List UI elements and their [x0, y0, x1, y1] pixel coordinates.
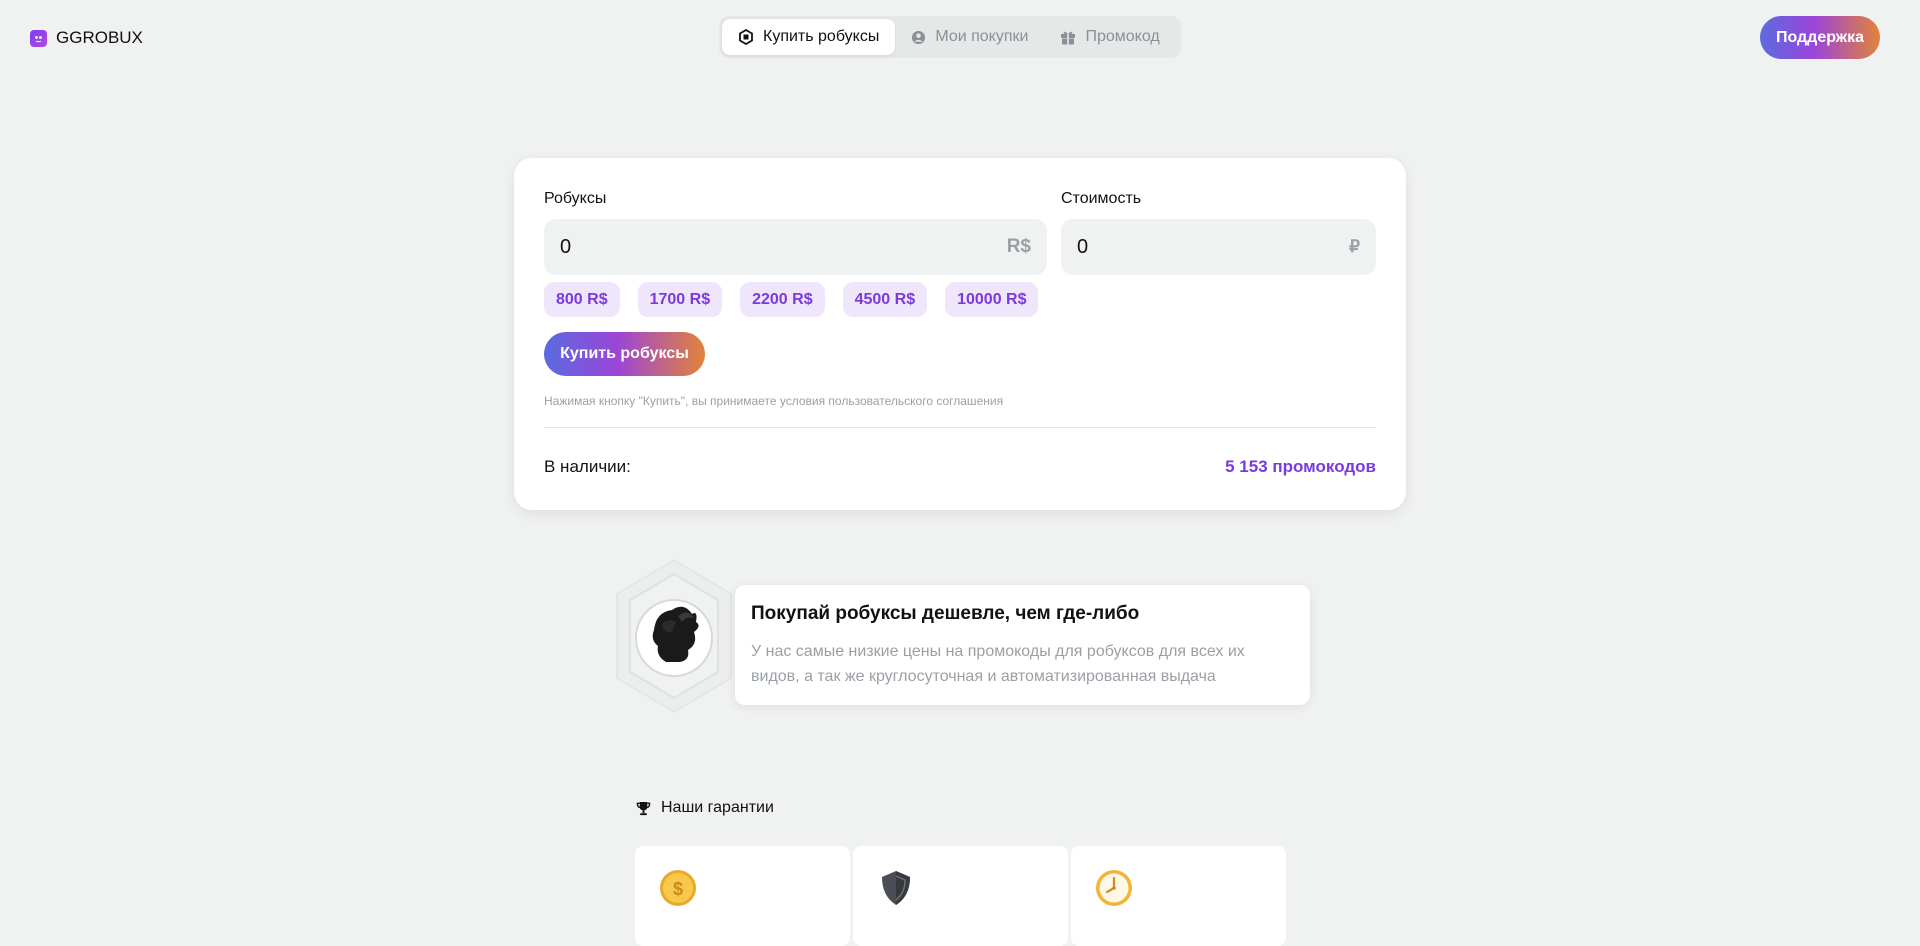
cost-input-box[interactable]: ₽	[1061, 219, 1376, 275]
user-circle-icon	[912, 30, 926, 44]
preset-chip-2200[interactable]: 2200 R$	[740, 282, 825, 317]
buy-robux-button[interactable]: Купить робуксы	[544, 332, 705, 376]
main-nav: Купить робуксы Мои покупки Промокод	[719, 16, 1181, 58]
guarantees-list: $	[635, 846, 1286, 946]
avatar-badge	[606, 552, 742, 724]
guarantee-card-speed	[1071, 846, 1286, 946]
robux-input-box[interactable]: R$	[544, 219, 1047, 275]
feature-text: У нас самые низкие цены на промокоды для…	[751, 643, 1245, 685]
guarantee-card-security	[853, 846, 1068, 946]
cost-input[interactable]	[1077, 235, 1277, 259]
feature-title: Покупай робуксы дешевле, чем где-либо	[751, 603, 1140, 624]
robux-unit: R$	[1006, 236, 1031, 257]
trophy-icon	[636, 801, 651, 815]
cost-label: Стоимость	[1061, 190, 1142, 207]
robux-label: Робуксы	[544, 190, 607, 207]
tab-buy-robux[interactable]: Купить робуксы	[722, 19, 896, 55]
gift-icon	[1061, 31, 1076, 44]
divider	[544, 427, 1376, 428]
guarantee-card-price: $	[635, 846, 850, 946]
shield-icon	[882, 871, 910, 905]
logo-text: GGROBUX	[56, 28, 143, 47]
stock-value: 5 153 промокодов	[1225, 457, 1376, 476]
robux-input[interactable]	[560, 235, 760, 259]
header: GGROBUX Купить робуксы Мои покупки Промо…	[0, 0, 1920, 76]
feature-card: Покупай робуксы дешевле, чем где-либо У …	[735, 585, 1310, 705]
tab-my-purchases-label: Мои покупки	[935, 28, 1029, 45]
preset-chips: 800 R$ 1700 R$ 2200 R$ 4500 R$ 10000 R$	[544, 282, 1039, 317]
robux-icon	[739, 29, 753, 45]
tab-my-purchases[interactable]: Мои покупки	[895, 19, 1044, 55]
tab-promocode[interactable]: Промокод	[1044, 19, 1175, 55]
stock-label: В наличии:	[544, 457, 631, 476]
preset-chip-10000[interactable]: 10000 R$	[945, 282, 1039, 317]
guarantees-title: Наши гарантии	[661, 799, 774, 816]
logo-icon	[30, 29, 47, 47]
support-button[interactable]: Поддержка	[1760, 16, 1880, 59]
cost-unit: ₽	[1349, 237, 1360, 256]
guarantees-heading: Наши гарантии	[636, 799, 774, 817]
preset-chip-1700[interactable]: 1700 R$	[637, 282, 723, 317]
preset-chip-4500[interactable]: 4500 R$	[842, 282, 928, 317]
logo[interactable]: GGROBUX	[30, 28, 143, 48]
purchase-card: Робуксы R$ Стоимость ₽ 800 R$ 1700 R$ 22…	[514, 158, 1406, 510]
preset-chip-800[interactable]: 800 R$	[544, 282, 620, 317]
terms-text: Нажимая кнопку "Купить", вы принимаете у…	[544, 394, 1004, 408]
tab-promocode-label: Промокод	[1085, 28, 1160, 45]
svg-text:$: $	[673, 879, 683, 899]
coin-icon: $	[660, 870, 696, 906]
tab-buy-robux-label: Купить робуксы	[763, 28, 880, 45]
clock-icon	[1096, 870, 1132, 906]
